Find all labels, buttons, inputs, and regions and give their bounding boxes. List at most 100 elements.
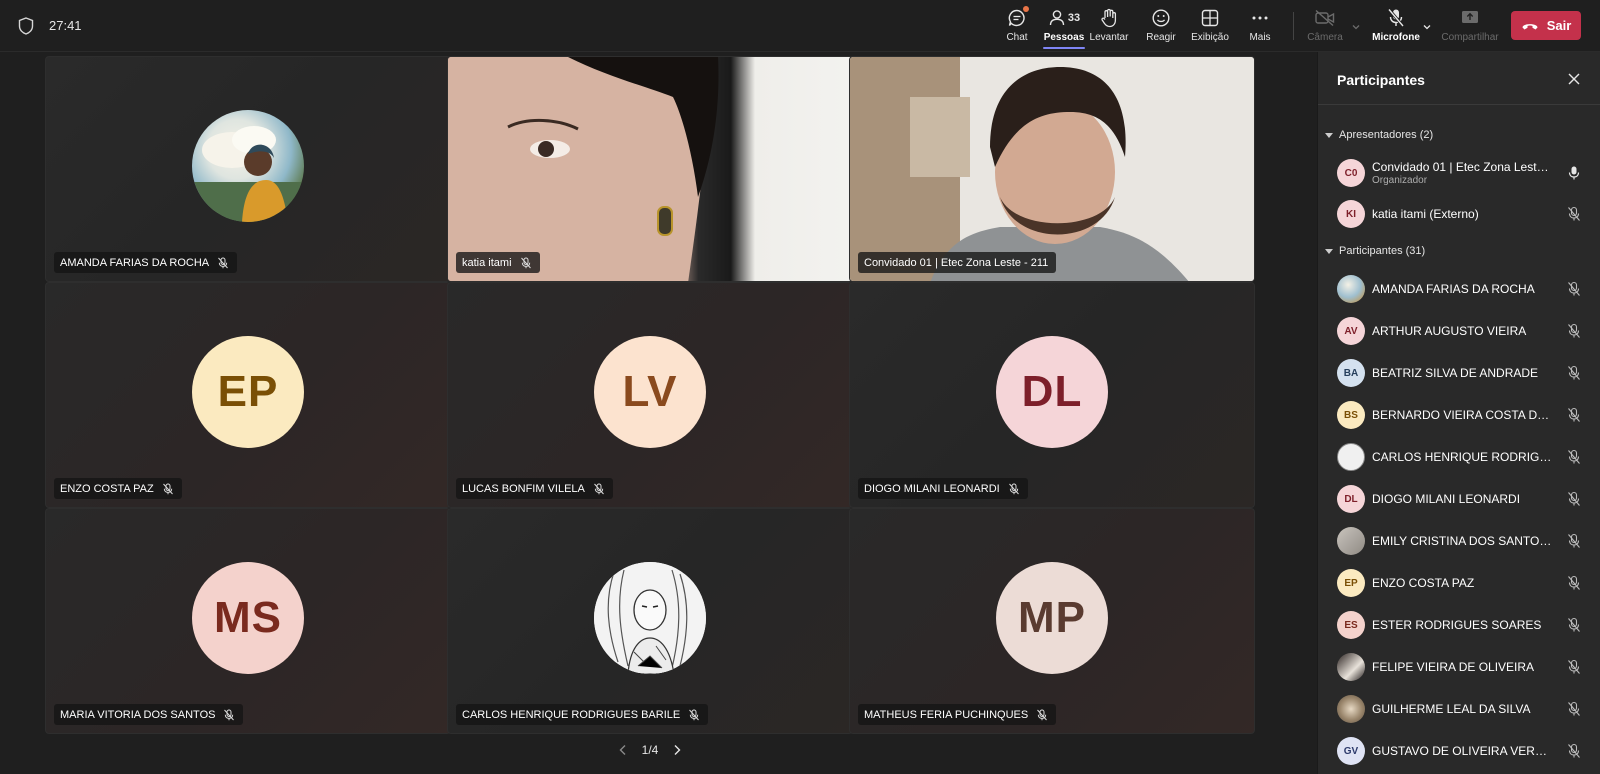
participant-name: katia itami — [462, 256, 512, 269]
video-tile[interactable]: DL DIOGO MILANI LEONARDI — [849, 282, 1255, 508]
participant-avatar: C0 — [1337, 159, 1365, 187]
people-icon-group: 33 — [1048, 8, 1080, 28]
chevron-right-icon[interactable] — [672, 744, 682, 756]
microphone-button[interactable]: Microfone — [1372, 8, 1420, 48]
participant-name: BERNARDO VIEIRA COSTA DOS SANTOS — [1372, 408, 1552, 422]
video-feed — [850, 57, 1254, 281]
participant-row[interactable]: ES ESTER RODRIGUES SOARES — [1337, 606, 1582, 644]
hand-icon — [1100, 8, 1118, 28]
participant-row[interactable]: GUILHERME LEAL DA SILVA — [1337, 690, 1582, 728]
participant-nametag: DIOGO MILANI LEONARDI — [858, 478, 1028, 499]
participant-name: AMANDA FARIAS DA ROCHA — [60, 256, 210, 269]
presenters-section-header[interactable]: Apresentadores (2) — [1325, 129, 1433, 141]
chat-icon — [1007, 6, 1029, 28]
participant-avatar — [1337, 653, 1365, 681]
avatar-illustration — [594, 562, 706, 674]
share-screen-icon — [1460, 8, 1480, 28]
mic-label: Microfone — [1372, 32, 1420, 43]
camera-options-chevron-icon[interactable] — [1351, 22, 1361, 32]
participants-panel: Participantes Apresentadores (2) C0 Conv… — [1317, 52, 1600, 774]
mic-muted-icon — [520, 257, 531, 268]
participant-avatar — [1337, 275, 1365, 303]
presenters-label: Apresentadores (2) — [1339, 129, 1434, 141]
participant-avatar: EP — [1337, 569, 1365, 597]
mic-muted-icon — [1008, 483, 1019, 494]
video-tile[interactable]: MP MATHEUS FERIA PUCHINQUES — [849, 508, 1255, 734]
participant-avatar: MP — [996, 562, 1108, 674]
participant-nametag: MATHEUS FERIA PUCHINQUES — [858, 704, 1057, 725]
mic-muted-icon — [1568, 281, 1580, 296]
video-tile[interactable]: MS MARIA VITORIA DOS SANTOS — [45, 508, 451, 734]
participant-row[interactable]: FELIPE VIEIRA DE OLIVEIRA — [1337, 648, 1582, 686]
people-label: Pessoas — [1043, 32, 1085, 43]
participant-avatar: MS — [192, 562, 304, 674]
video-tile[interactable]: Convidado 01 | Etec Zona Leste - 211 — [849, 56, 1255, 282]
participant-row[interactable]: BS BERNARDO VIEIRA COSTA DOS SANTOS — [1337, 396, 1582, 434]
participant-avatar — [192, 110, 304, 222]
participant-row[interactable]: EP ENZO COSTA PAZ — [1337, 564, 1582, 602]
participant-name: ENZO COSTA PAZ — [60, 482, 154, 495]
participant-row[interactable]: C0 Convidado 01 | Etec Zona Leste - 211 … — [1337, 154, 1582, 192]
hang-up-icon — [1522, 23, 1538, 29]
mic-muted-icon — [1568, 533, 1580, 548]
camera-label: Câmera — [1307, 32, 1343, 43]
view-button[interactable]: Exibição — [1190, 8, 1230, 48]
participant-row[interactable]: KI katia itami (Externo) — [1337, 195, 1582, 233]
mic-muted-icon — [594, 483, 604, 494]
participant-name: FELIPE VIEIRA DE OLIVEIRA — [1372, 660, 1535, 674]
mic-muted-icon — [162, 483, 173, 494]
shield-icon — [18, 17, 34, 35]
meeting-timer: 27:41 — [49, 18, 82, 33]
participant-avatar — [1337, 695, 1365, 723]
participant-row[interactable]: EMILY CRISTINA DOS SANTOS SILVA — [1337, 522, 1582, 560]
mic-on-icon — [1568, 166, 1580, 180]
panel-title: Participantes — [1337, 72, 1425, 88]
mic-options-chevron-icon[interactable] — [1422, 22, 1432, 32]
close-icon[interactable] — [1567, 72, 1581, 86]
avatar-illustration — [192, 126, 304, 222]
participant-name: LUCAS BONFIM VILELA — [462, 482, 585, 495]
meeting-toolbar: 27:41 Chat 33 Pessoas Levantar Reagir Ex… — [0, 0, 1600, 52]
participant-nametag: MARIA VITORIA DOS SANTOS — [54, 704, 244, 725]
participant-row[interactable]: AMANDA FARIAS DA ROCHA — [1337, 270, 1582, 308]
share-button[interactable]: Compartilhar — [1441, 8, 1499, 48]
video-feed — [448, 57, 719, 281]
participant-avatar — [594, 562, 706, 674]
participant-name: EMILY CRISTINA DOS SANTOS SILVA — [1372, 534, 1552, 548]
participant-nametag: LUCAS BONFIM VILELA — [456, 478, 613, 499]
participant-name: CARLOS HENRIQUE RODRIGUES BARILE — [1372, 450, 1552, 464]
participant-name: MATHEUS FERIA PUCHINQUES — [864, 708, 1029, 721]
participant-row[interactable]: BA BEATRIZ SILVA DE ANDRADE — [1337, 354, 1582, 392]
camera-button[interactable]: Câmera — [1306, 8, 1344, 48]
participant-row[interactable]: CARLOS HENRIQUE RODRIGUES BARILE — [1337, 438, 1582, 476]
participant-avatar: DL — [1337, 485, 1365, 513]
video-tile[interactable]: katia itami — [447, 56, 853, 282]
emoji-icon — [1151, 8, 1171, 28]
video-tile[interactable]: CARLOS HENRIQUE RODRIGUES BARILE — [447, 508, 853, 734]
chevron-left-icon[interactable] — [618, 744, 628, 756]
leave-button[interactable]: Sair — [1511, 11, 1581, 40]
react-button[interactable]: Reagir — [1142, 8, 1180, 48]
participant-name: GUSTAVO DE OLIVEIRA VEROLLI — [1372, 744, 1552, 758]
video-tile[interactable]: LV LUCAS BONFIM VILELA — [447, 282, 853, 508]
people-button[interactable]: 33 Pessoas — [1040, 8, 1088, 48]
raise-hand-button[interactable]: Levantar — [1088, 8, 1130, 48]
more-button[interactable]: Mais — [1246, 8, 1274, 48]
chat-button[interactable]: Chat — [1000, 6, 1034, 48]
participants-section-header[interactable]: Participantes (31) — [1325, 245, 1425, 257]
participant-nametag: ENZO COSTA PAZ — [54, 478, 182, 499]
participant-row[interactable]: AV ARTHUR AUGUSTO VIEIRA — [1337, 312, 1582, 350]
participant-avatar — [1337, 443, 1365, 471]
mic-muted-icon — [1568, 407, 1580, 422]
mic-muted-icon — [1568, 617, 1580, 632]
mic-muted-icon — [224, 709, 235, 720]
video-tile[interactable]: EP ENZO COSTA PAZ — [45, 282, 451, 508]
participant-row[interactable]: GV GUSTAVO DE OLIVEIRA VEROLLI — [1337, 732, 1582, 770]
participant-row[interactable]: DL DIOGO MILANI LEONARDI — [1337, 480, 1582, 518]
mic-muted-icon — [218, 257, 229, 268]
participant-name: GUILHERME LEAL DA SILVA — [1372, 702, 1531, 716]
video-tile[interactable]: AMANDA FARIAS DA ROCHA — [45, 56, 451, 282]
chat-unread-dot — [1023, 6, 1029, 12]
more-label: Mais — [1249, 32, 1271, 43]
participant-name: DIOGO MILANI LEONARDI — [1372, 492, 1521, 506]
